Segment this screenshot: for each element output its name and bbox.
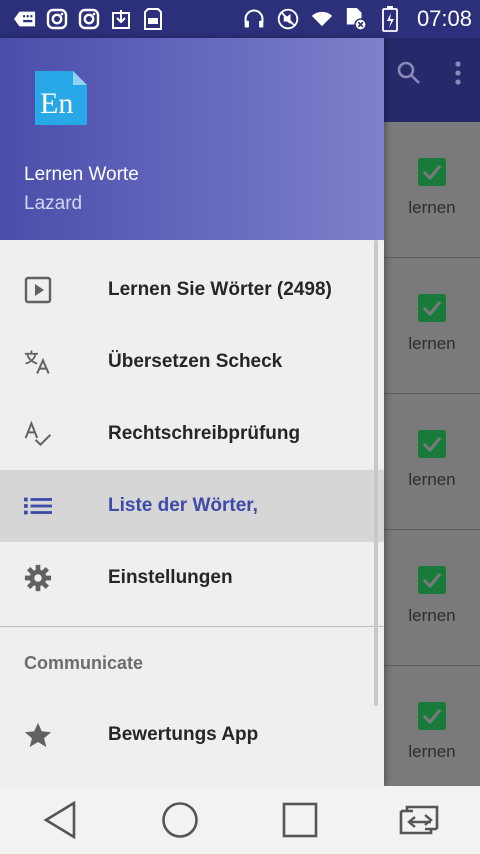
menu-item-settings[interactable]: Einstellungen — [0, 542, 384, 614]
drawer-header: En Lernen Worte Lazard — [0, 38, 384, 240]
row-label: lernen — [408, 742, 456, 761]
back-icon[interactable] — [30, 790, 90, 850]
instagram-icon — [78, 8, 100, 30]
navigation-drawer: En Lernen Worte Lazard Lernen Sie Wörter… — [0, 38, 384, 786]
download-icon — [110, 8, 132, 30]
drawer-title: Lernen Worte — [24, 164, 139, 185]
clock: 07:08 — [416, 6, 472, 31]
menu-item-word-list[interactable]: Liste der Wörter, — [0, 470, 384, 542]
checkbox-icon[interactable] — [418, 430, 446, 458]
recents-icon[interactable] — [270, 790, 330, 850]
row-label: lernen — [408, 334, 456, 353]
translate-icon — [24, 348, 52, 376]
menu-item-label: Bewertungs App — [108, 724, 259, 745]
checkbox-icon[interactable] — [418, 702, 446, 730]
play-box-icon — [24, 276, 52, 304]
row-label: lernen — [408, 198, 456, 217]
sim-icon — [345, 8, 367, 31]
search-icon[interactable] — [396, 60, 422, 91]
menu-item-translate-check[interactable]: Übersetzen Scheck — [0, 326, 384, 398]
menu-item-learn-words[interactable]: Lernen Sie Wörter (2498) — [0, 254, 384, 326]
menu-item-label: Rechtschreibprüfung — [108, 423, 301, 444]
checkbox-icon[interactable] — [418, 294, 446, 322]
gear-icon — [24, 564, 52, 592]
menu-item-label: Liste der Wörter, — [108, 495, 258, 516]
menu-item-spellcheck[interactable]: Rechtschreibprüfung — [0, 398, 384, 470]
scrollbar[interactable] — [374, 240, 378, 706]
section-header-communicate: Communicate — [24, 652, 144, 673]
list-item[interactable]: lernen — [384, 258, 480, 394]
keyboard-icon — [14, 8, 36, 30]
menu-item-label: Lernen Sie Wörter (2498) — [108, 279, 332, 300]
checkbox-icon[interactable] — [418, 566, 446, 594]
app-logo: En — [31, 69, 89, 127]
battery-icon — [379, 6, 401, 32]
list-item[interactable]: lernen — [384, 530, 480, 666]
row-label: lernen — [408, 606, 456, 625]
list-item[interactable]: lernen — [384, 666, 480, 802]
list-item[interactable]: lernen — [384, 394, 480, 530]
system-navigation-bar — [0, 786, 480, 854]
list-item[interactable]: lernen — [384, 122, 480, 258]
status-bar: 07:08 — [0, 0, 480, 38]
spellcheck-icon — [24, 420, 52, 448]
star-icon — [24, 721, 52, 749]
more-vert-icon[interactable] — [454, 60, 462, 91]
menu-item-label: Einstellungen — [108, 567, 233, 588]
svg-text:En: En — [40, 87, 73, 120]
menu-item-rate-app[interactable]: Bewertungs App — [0, 699, 384, 771]
list-icon — [24, 492, 52, 520]
mute-icon — [277, 8, 299, 30]
menu-item-label: Übersetzen Scheck — [108, 351, 283, 372]
drawer-subtitle: Lazard — [24, 193, 83, 214]
wifi-icon — [311, 8, 333, 30]
instagram-icon — [46, 8, 68, 30]
storage-icon — [142, 8, 164, 30]
home-icon[interactable] — [150, 790, 210, 850]
switch-icon[interactable] — [390, 790, 450, 850]
checkbox-icon[interactable] — [418, 158, 446, 186]
row-label: lernen — [408, 470, 456, 489]
headphones-icon — [243, 8, 265, 30]
